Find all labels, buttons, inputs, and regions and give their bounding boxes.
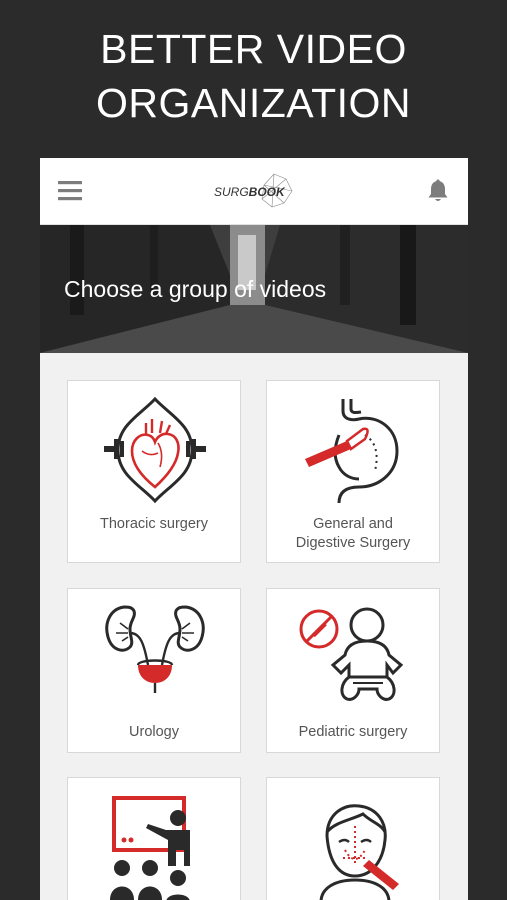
category-label: Pediatric surgery	[298, 724, 408, 740]
category-label-line1: General and	[313, 516, 393, 532]
promo-headline-line1: BETTER VIDEO	[100, 26, 407, 72]
app-screen: SURGBOOK Choose a group of videos Thorac…	[40, 158, 468, 900]
category-card-urology[interactable]: Urology	[67, 588, 241, 753]
category-label: General and Digestive Surgery	[267, 515, 439, 553]
category-label: Thoracic surgery	[100, 516, 208, 532]
promo-headline: BETTER VIDEO ORGANIZATION	[0, 22, 507, 130]
app-bar: SURGBOOK	[40, 158, 468, 225]
kidneys-icon	[105, 605, 205, 693]
hero-title: Choose a group of videos	[64, 276, 327, 302]
category-label-line2: Digestive Surgery	[295, 535, 411, 551]
surgbook-logo: SURGBOOK	[214, 171, 296, 211]
category-card-pediatric-surgery[interactable]: Pediatric surgery	[266, 588, 440, 753]
face-surgery-icon	[319, 804, 399, 900]
stomach-scalpel-icon	[305, 399, 399, 504]
promo-headline-line2: ORGANIZATION	[95, 80, 412, 126]
logo-text-bold: BOOK	[248, 185, 285, 199]
hamburger-menu-icon[interactable]	[56, 178, 84, 204]
teacher-presentation-icon	[110, 796, 190, 900]
hero-banner: Choose a group of videos	[40, 225, 468, 353]
baby-icon	[299, 607, 404, 701]
logo-text-light: SURG	[214, 185, 249, 199]
category-card-plastic-surgery[interactable]	[266, 777, 440, 900]
category-card-teaching[interactable]	[67, 777, 241, 900]
bell-icon[interactable]	[425, 178, 451, 204]
heart-icon	[104, 396, 206, 504]
category-card-thoracic-surgery[interactable]: Thoracic surgery	[67, 380, 241, 563]
category-card-general-digestive-surgery[interactable]: General and Digestive Surgery	[266, 380, 440, 563]
category-label: Urology	[129, 724, 179, 740]
